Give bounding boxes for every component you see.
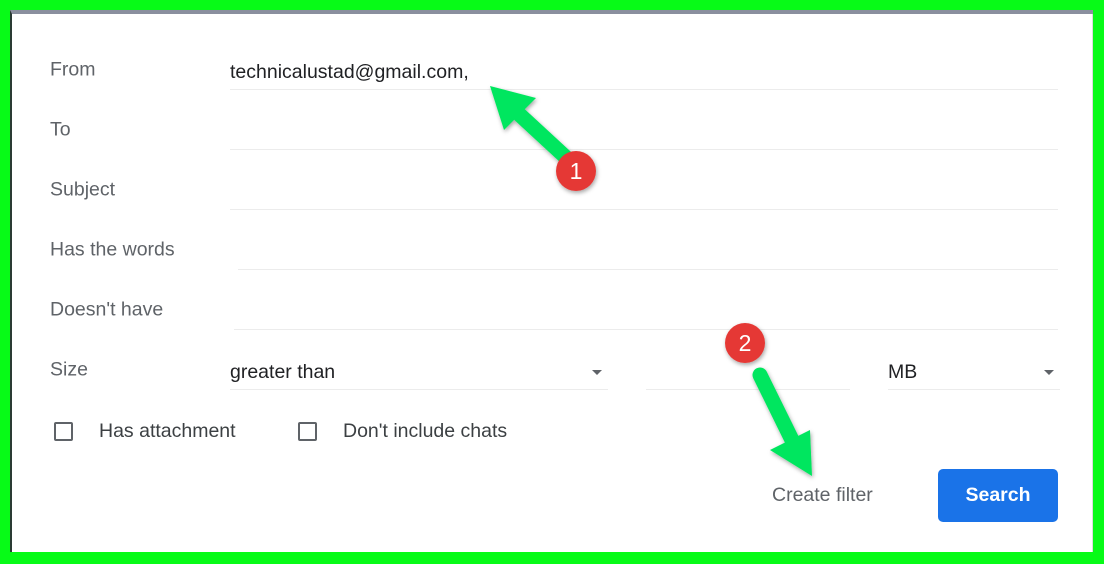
doesnt-have-input[interactable] [234,299,1058,327]
has-attachment-label: Has attachment [99,419,236,442]
has-words-row: Has the words [12,230,1093,270]
create-filter-button[interactable]: Create filter [772,484,873,507]
size-comparator-value: greater than [230,361,336,383]
doesnt-have-row: Doesn't have [12,290,1093,330]
dont-include-chats-checkbox[interactable] [298,421,317,441]
caret-down-icon [592,370,602,375]
to-row: To [12,110,1093,150]
from-value: technicalustad@gmail.com, [230,61,469,83]
has-attachment-checkbox-group[interactable]: Has attachment [54,414,236,448]
has-words-field[interactable] [238,230,1058,270]
size-comparator-select[interactable]: greater than [230,350,608,390]
search-button[interactable]: Search [938,469,1058,522]
caret-down-icon [1044,370,1054,375]
size-label: Size [50,358,88,381]
doesnt-have-field[interactable] [234,290,1058,330]
dont-include-chats-label: Don't include chats [343,419,508,442]
size-amount-input[interactable] [646,359,850,387]
search-options-panel: From technicalustad@gmail.com, To Subjec… [10,10,1093,552]
from-row: From technicalustad@gmail.com, [12,50,1093,90]
has-attachment-checkbox[interactable] [54,421,73,441]
size-row: Size greater than MB [12,350,1093,390]
has-words-label: Has the words [50,238,175,261]
size-amount-field[interactable] [646,350,850,390]
subject-row: Subject [12,170,1093,210]
doesnt-have-label: Doesn't have [50,298,164,321]
to-label: To [50,118,71,141]
size-unit-select[interactable]: MB [888,350,1060,390]
subject-input[interactable] [230,179,1058,207]
has-words-input[interactable] [238,239,1058,267]
to-field[interactable] [230,110,1058,150]
dont-include-chats-checkbox-group[interactable]: Don't include chats [298,414,507,448]
subject-label: Subject [50,178,116,201]
from-label: From [50,58,96,81]
size-unit-value: MB [888,361,918,383]
subject-field[interactable] [230,170,1058,210]
to-input[interactable] [230,119,1058,147]
from-field[interactable]: technicalustad@gmail.com, [230,50,1058,90]
